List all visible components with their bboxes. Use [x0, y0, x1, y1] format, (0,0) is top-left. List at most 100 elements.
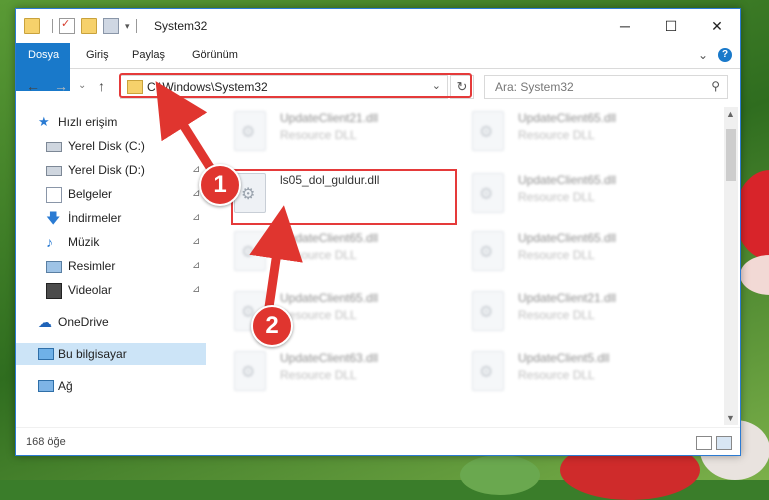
file-type: Resource DLL	[518, 308, 595, 322]
sidebar-item-quick-access[interactable]: ★ Hızlı erişim	[16, 111, 208, 133]
customize-icon[interactable]	[103, 18, 119, 34]
pin-icon[interactable]: ⊿	[192, 255, 200, 277]
sidebar-item-pictures[interactable]: Resimler ⊿	[16, 255, 208, 277]
scrollbar-thumb[interactable]	[726, 129, 736, 181]
minimize-button[interactable]: ─	[602, 9, 648, 43]
file-type: Resource DLL	[280, 248, 357, 262]
sidebar-item-label: Bu bilgisayar	[58, 347, 127, 361]
properties-check-icon[interactable]	[59, 17, 75, 34]
file-type: Resource DLL	[280, 128, 357, 142]
sidebar-item-label: Resimler	[68, 259, 116, 273]
sidebar-item-documents[interactable]: Belgeler ⊿	[16, 183, 208, 205]
qa-dropdown-icon[interactable]: ▾	[125, 21, 130, 32]
tab-home[interactable]: Giriş	[74, 43, 121, 68]
forward-icon[interactable]: →	[54, 78, 68, 94]
dll-file-icon	[472, 291, 504, 331]
file-item[interactable]: UpdateClient65.dll Resource DLL	[214, 287, 444, 335]
sidebar-item-label: OneDrive	[58, 315, 109, 329]
sidebar-item-label: Videolar	[68, 283, 112, 297]
dll-file-icon	[234, 351, 266, 391]
file-item[interactable]: UpdateClient63.dll Resource DLL	[214, 347, 444, 395]
file-item[interactable]: UpdateClient65.dll Resource DLL	[452, 107, 682, 155]
tab-share[interactable]: Paylaş	[120, 43, 177, 68]
folder-icon[interactable]	[24, 18, 40, 34]
new-folder-icon[interactable]	[81, 18, 97, 34]
vertical-scrollbar[interactable]: ▲ ▼	[724, 107, 738, 425]
step-2-badge: 2	[251, 305, 293, 347]
ribbon-tabs: Dosya Giriş Paylaş Görünüm ⌄ ?	[16, 43, 740, 91]
help-icon[interactable]: ?	[718, 48, 732, 62]
maximize-button[interactable]: ☐	[648, 9, 694, 43]
scroll-up-icon[interactable]: ▲	[726, 109, 735, 119]
address-highlight-annotation	[119, 73, 472, 98]
search-placeholder: Ara: System32	[495, 80, 574, 94]
file-name: UpdateClient21.dll	[280, 111, 379, 125]
sidebar-item-onedrive[interactable]: ☁ OneDrive	[16, 311, 208, 333]
step-1-badge: 1	[199, 164, 241, 206]
pictures-icon	[46, 261, 62, 273]
dll-file-icon	[472, 351, 504, 391]
cloud-icon: ☁	[38, 314, 52, 330]
file-item[interactable]: UpdateClient21.dll Resource DLL	[452, 287, 682, 335]
search-icon[interactable]: ⚲	[711, 79, 720, 93]
sidebar-item-disk-d[interactable]: Yerel Disk (D:) ⊿	[16, 159, 208, 181]
dll-file-icon	[472, 111, 504, 151]
explorer-window: ▾ System32 ─ ☐ ✕ Dosya Giriş Paylaş Görü…	[15, 8, 741, 456]
up-icon[interactable]: ↑	[98, 78, 105, 94]
computer-icon	[38, 348, 54, 360]
back-icon[interactable]: ←	[26, 78, 40, 94]
file-item[interactable]: UpdateClient5.dll Resource DLL	[452, 347, 682, 395]
separator	[135, 19, 137, 33]
file-type: Resource DLL	[518, 368, 595, 382]
star-icon: ★	[38, 114, 50, 129]
file-name: UpdateClient65.dll	[518, 231, 617, 245]
sidebar-item-downloads[interactable]: 🡇 İndirmeler ⊿	[16, 207, 208, 229]
file-name: UpdateClient65.dll	[518, 173, 617, 187]
documents-icon	[46, 187, 62, 203]
dll-file-icon	[234, 231, 266, 271]
recent-locations-icon[interactable]: ⌄	[78, 80, 86, 91]
dll-file-icon	[472, 231, 504, 271]
sidebar-item-this-pc[interactable]: Bu bilgisayar	[16, 343, 206, 365]
file-item[interactable]: UpdateClient65.dll Resource DLL	[452, 227, 682, 275]
sidebar-item-label: Yerel Disk (C:)	[68, 139, 145, 153]
scroll-down-icon[interactable]: ▼	[726, 413, 735, 423]
music-icon: ♪	[46, 234, 53, 250]
pin-icon[interactable]: ⊿	[192, 279, 200, 301]
details-view-icon[interactable]	[696, 436, 712, 450]
navigation-bar: ← → ⌄ ↑ C:\Windows\System32 ⌄ ↻ Ara: Sys…	[16, 69, 740, 103]
file-item[interactable]: UpdateClient65.dll Resource DLL	[214, 227, 444, 275]
separator	[52, 19, 53, 33]
close-button[interactable]: ✕	[694, 9, 740, 43]
file-item[interactable]: UpdateClient65.dll Resource DLL	[452, 169, 682, 217]
sidebar-item-disk-c[interactable]: Yerel Disk (C:)	[16, 135, 208, 157]
file-type: Resource DLL	[518, 128, 595, 142]
search-box[interactable]: Ara: System32 ⚲	[484, 75, 728, 99]
file-name: UpdateClient65.dll	[280, 231, 379, 245]
sidebar-item-label: İndirmeler	[68, 211, 122, 225]
sidebar-item-label: Hızlı erişim	[58, 115, 118, 129]
large-icons-view-icon[interactable]	[716, 436, 732, 450]
file-name: UpdateClient65.dll	[518, 111, 617, 125]
wallpaper-decoration	[460, 455, 540, 495]
expand-ribbon-icon[interactable]: ⌄	[698, 48, 708, 62]
pin-icon[interactable]: ⊿	[192, 207, 200, 229]
drive-icon	[46, 166, 62, 176]
file-type: Resource DLL	[518, 190, 595, 204]
ribbon-controls: ⌄ ?	[698, 48, 732, 62]
sidebar-item-videos[interactable]: Videolar ⊿	[16, 279, 208, 301]
sidebar-item-label: Müzik	[68, 235, 100, 249]
target-file-highlight-annotation	[231, 169, 457, 225]
tab-view[interactable]: Görünüm	[180, 43, 250, 68]
pin-icon[interactable]: ⊿	[192, 231, 200, 253]
file-name: UpdateClient65.dll	[280, 291, 379, 305]
window-title: System32	[154, 19, 208, 33]
download-icon: 🡇	[46, 210, 61, 226]
file-name: UpdateClient5.dll	[518, 351, 610, 365]
file-item[interactable]: UpdateClient21.dll Resource DLL	[214, 107, 444, 155]
drive-icon	[46, 142, 62, 152]
sidebar-item-network[interactable]: Ağ	[16, 375, 208, 397]
sidebar-item-label: Belgeler	[68, 187, 113, 201]
sidebar-item-label: Ağ	[58, 379, 73, 393]
sidebar-item-music[interactable]: ♪ Müzik ⊿	[16, 231, 208, 253]
